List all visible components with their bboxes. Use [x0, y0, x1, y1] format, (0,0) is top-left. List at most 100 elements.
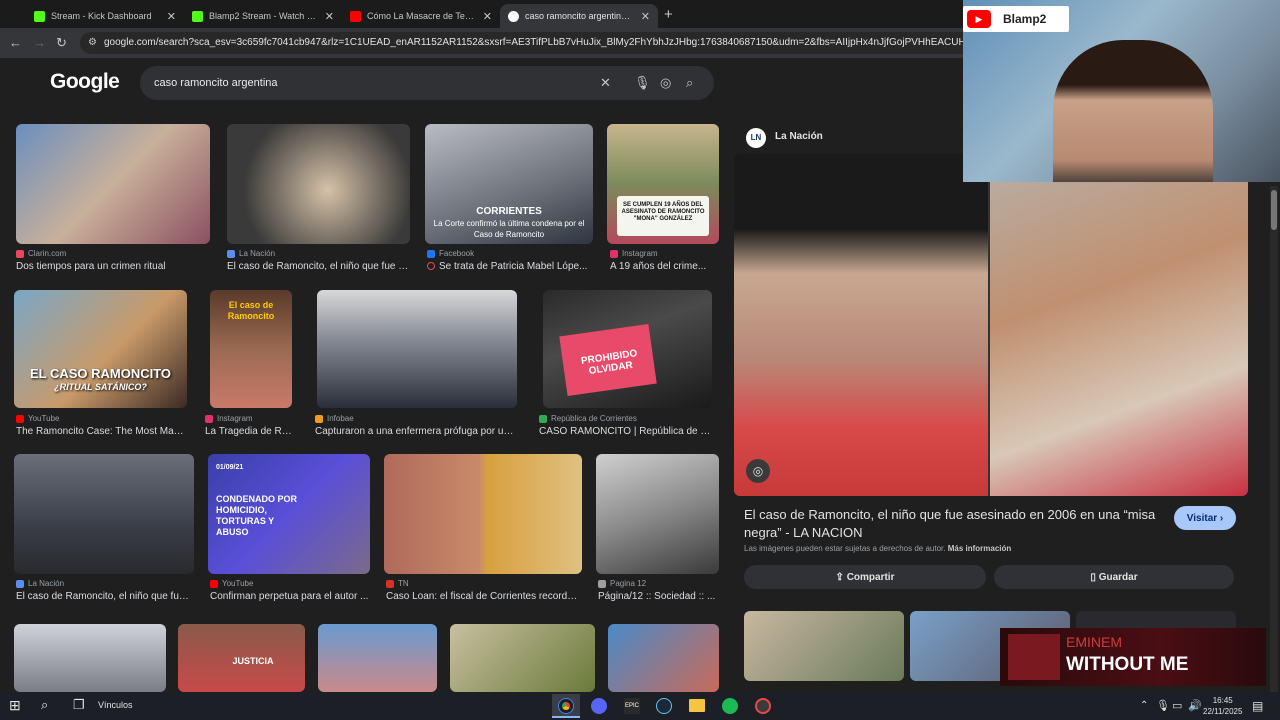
- result-thumbnail[interactable]: EL CASO RAMONCITO ¿RITUAL SATÁNICO?: [14, 290, 187, 408]
- tab-youtube-video[interactable]: Cómo La Masacre de Texas De ✕: [342, 4, 500, 28]
- result-caption[interactable]: The Ramoncito Case: The Most Mac...: [16, 426, 186, 437]
- preview-image[interactable]: ◎: [734, 154, 1248, 496]
- links-toolbar[interactable]: Vínculos: [98, 700, 133, 710]
- result-caption[interactable]: Capturaron a una enfermera prófuga por u…: [315, 426, 519, 437]
- result-thumbnail[interactable]: [227, 124, 410, 244]
- result-source[interactable]: TN: [386, 579, 409, 588]
- network-icon[interactable]: ▭: [1172, 699, 1182, 712]
- result-thumbnail[interactable]: [16, 124, 210, 244]
- image-result[interactable]: SE CUMPLEN 19 AÑOS DEL ASESINATO DE RAMO…: [607, 124, 719, 244]
- image-result[interactable]: [596, 454, 719, 574]
- discord-icon[interactable]: [591, 698, 607, 714]
- result-caption[interactable]: Confirman perpetua para el autor ...: [210, 591, 372, 602]
- chrome-taskbar-button[interactable]: [552, 694, 580, 718]
- image-result[interactable]: CORRIENTES La Corte confirmó la última c…: [425, 124, 593, 244]
- notifications-icon[interactable]: ▤: [1252, 699, 1263, 713]
- result-thumbnail[interactable]: 01/09/21 CONDENADO POR HOMICIDIO, TORTUR…: [208, 454, 370, 574]
- close-icon[interactable]: ✕: [483, 10, 492, 23]
- share-button[interactable]: ⇪ Compartir: [744, 565, 986, 589]
- result-caption[interactable]: El caso de Ramoncito, el niño que fue a.…: [227, 261, 410, 272]
- microphone-icon[interactable]: 🎙: [634, 66, 651, 100]
- result-thumbnail[interactable]: CORRIENTES La Corte confirmó la última c…: [425, 124, 593, 244]
- result-source[interactable]: Instagram: [610, 249, 658, 258]
- result-thumbnail[interactable]: [317, 290, 517, 408]
- result-source[interactable]: YouTube: [16, 414, 59, 423]
- result-thumbnail[interactable]: SE CUMPLEN 19 AÑOS DEL ASESINATO DE RAMO…: [607, 124, 719, 244]
- result-caption[interactable]: La Tragedia de Ra...: [205, 426, 295, 437]
- result-thumbnail[interactable]: [14, 624, 166, 692]
- google-logo[interactable]: Google: [50, 70, 120, 94]
- image-result[interactable]: El caso de Ramoncito: [210, 290, 292, 408]
- back-icon[interactable]: ←: [9, 35, 22, 50]
- result-thumbnail[interactable]: [450, 624, 595, 692]
- result-source[interactable]: Clarin.com: [16, 249, 66, 258]
- address-bar[interactable]: ⚙ google.com/search?sca_esv=3c659fc7041c…: [80, 32, 980, 54]
- site-info-icon[interactable]: ⚙: [88, 32, 97, 54]
- clear-icon[interactable]: ✕: [600, 66, 611, 100]
- result-source[interactable]: Instagram: [205, 414, 253, 423]
- epic-games-icon[interactable]: EPIC: [624, 698, 640, 714]
- result-source[interactable]: Facebook: [427, 249, 474, 258]
- microphone-icon[interactable]: 🎙: [1156, 699, 1170, 712]
- result-source[interactable]: Pagina 12: [598, 579, 646, 588]
- scrollbar[interactable]: [1270, 186, 1278, 692]
- image-result[interactable]: [16, 124, 210, 244]
- forward-icon[interactable]: →: [33, 35, 46, 50]
- clock[interactable]: 16:45 22/11/2025: [1203, 695, 1242, 717]
- image-result[interactable]: [384, 454, 582, 574]
- result-thumbnail[interactable]: [318, 624, 437, 692]
- save-button[interactable]: ▯ Guardar: [994, 565, 1234, 589]
- reload-icon[interactable]: ↻: [56, 35, 67, 51]
- volume-icon[interactable]: 🔊: [1188, 699, 1202, 712]
- result-caption[interactable]: Dos tiempos para un crimen ritual: [16, 261, 210, 272]
- panel-source[interactable]: La Nación: [775, 131, 823, 142]
- scrollbar-thumb[interactable]: [1271, 190, 1277, 230]
- tab-google-search[interactable]: caso ramoncito argentina - Bus ✕: [500, 4, 658, 28]
- related-image[interactable]: [744, 611, 904, 681]
- result-source[interactable]: República de Corrientes: [539, 414, 637, 423]
- result-source[interactable]: La Nación: [16, 579, 64, 588]
- close-icon[interactable]: ✕: [167, 10, 176, 23]
- tab-kick-dashboard[interactable]: Stream - Kick Dashboard ✕: [26, 4, 184, 28]
- tray-chevron-icon[interactable]: ⌃: [1140, 700, 1148, 711]
- result-caption[interactable]: CASO RAMONCITO | República de Co...: [539, 426, 716, 437]
- image-result[interactable]: PROHIBIDO OLVIDAR: [543, 290, 712, 408]
- result-caption[interactable]: Caso Loan: el fiscal de Corrientes recor…: [386, 591, 582, 602]
- search-icon[interactable]: ⌕: [41, 697, 48, 713]
- close-icon[interactable]: ✕: [325, 10, 334, 23]
- result-thumbnail[interactable]: JUSTICIA: [178, 624, 305, 692]
- image-result[interactable]: EL CASO RAMONCITO ¿RITUAL SATÁNICO?: [14, 290, 187, 408]
- lens-icon[interactable]: ◎: [746, 459, 770, 483]
- windows-start-icon[interactable]: ⊞: [9, 697, 21, 714]
- result-source[interactable]: Infobae: [315, 414, 354, 423]
- image-result[interactable]: [14, 454, 194, 574]
- result-caption[interactable]: El caso de Ramoncito, el niño que fue ..…: [16, 591, 194, 602]
- visit-button[interactable]: Visitar ›: [1174, 506, 1236, 530]
- result-caption[interactable]: Página/12 :: Sociedad :: ...: [598, 591, 719, 602]
- image-result[interactable]: [227, 124, 410, 244]
- steam-icon[interactable]: [656, 698, 672, 714]
- panel-title[interactable]: El caso de Ramoncito, el niño que fue as…: [744, 506, 1164, 542]
- result-source[interactable]: YouTube: [210, 579, 253, 588]
- task-view-icon[interactable]: ❐: [73, 697, 85, 713]
- new-tab-button[interactable]: +: [664, 6, 673, 23]
- tab-blamp2-stream[interactable]: Blamp2 Stream - Watch Live on ✕: [184, 4, 342, 28]
- result-thumbnail[interactable]: [596, 454, 719, 574]
- result-thumbnail[interactable]: [384, 454, 582, 574]
- image-result[interactable]: 01/09/21 CONDENADO POR HOMICIDIO, TORTUR…: [208, 454, 370, 574]
- search-icon[interactable]: ⌕: [686, 66, 693, 100]
- lens-icon[interactable]: ◎: [660, 66, 671, 100]
- close-icon[interactable]: ✕: [641, 10, 650, 23]
- search-input[interactable]: caso ramoncito argentina ✕ 🎙 ◎ ⌕: [140, 66, 714, 100]
- result-thumbnail[interactable]: PROHIBIDO OLVIDAR: [543, 290, 712, 408]
- result-thumbnail[interactable]: [14, 454, 194, 574]
- result-caption[interactable]: A 19 años del crime...: [610, 261, 719, 272]
- result-source[interactable]: La Nación: [227, 249, 275, 258]
- result-thumbnail[interactable]: [608, 624, 719, 692]
- spotify-icon[interactable]: [722, 698, 738, 714]
- result-caption[interactable]: Se trata de Patricia Mabel Lópe...: [427, 261, 593, 272]
- more-info-link[interactable]: Más información: [948, 544, 1012, 553]
- result-thumbnail[interactable]: El caso de Ramoncito: [210, 290, 292, 408]
- obs-icon[interactable]: [755, 698, 771, 714]
- file-explorer-icon[interactable]: [689, 699, 705, 712]
